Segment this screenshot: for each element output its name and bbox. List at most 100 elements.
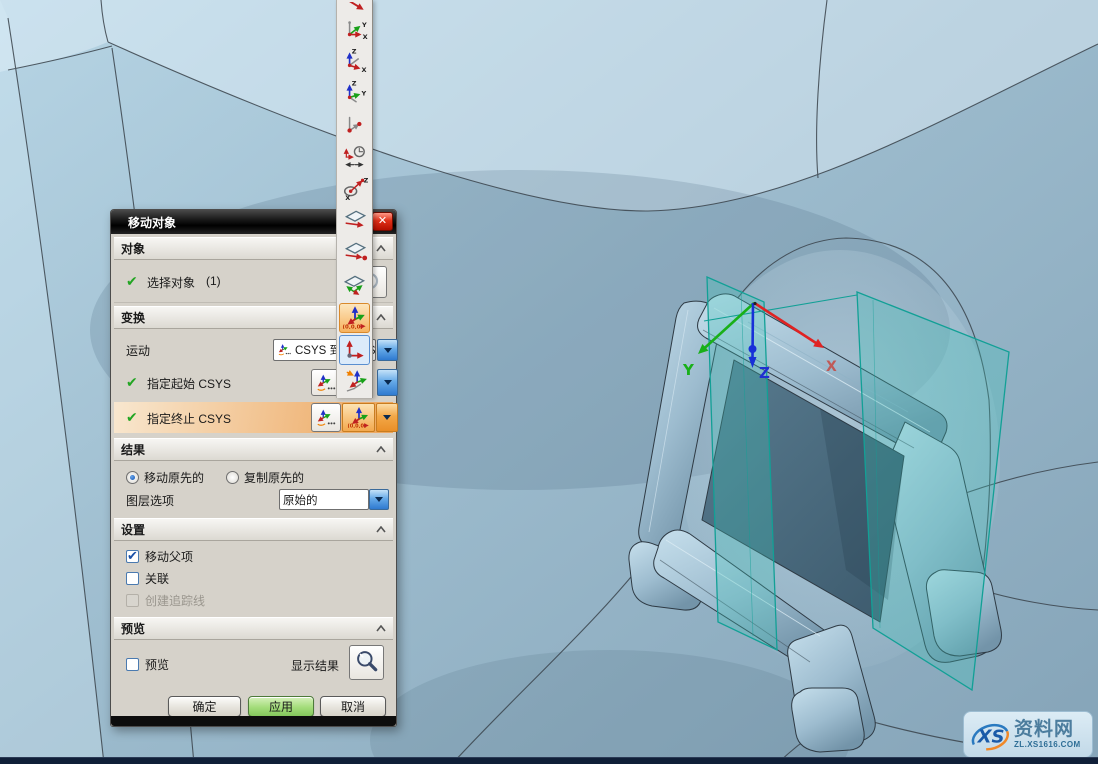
chevron-up-icon[interactable] [376,625,386,632]
dialog-title: 移动对象 [128,214,176,231]
layer-option-combobox[interactable]: 原始的 [279,489,369,510]
z-axis-label: Z [759,364,770,382]
chevron-up-icon[interactable] [376,526,386,533]
cylinder-axis-icon: ZX [342,175,368,206]
layer-option-row: 图层选项 原始的 [114,489,393,512]
checkbox-associate[interactable]: 关联 [126,570,169,587]
motion-label: 运动 [126,342,150,359]
y-axis-label: Y [682,361,695,379]
select-object-label: 选择对象 [147,274,195,291]
close-icon[interactable]: ✕ [372,212,393,231]
chevron-up-icon[interactable] [376,314,386,321]
toolbar-item-csys-point[interactable] [339,111,370,141]
toolbar-item-cylinder-axis[interactable]: ZX [339,175,370,205]
move-parent-row: 移动父项 [114,547,393,567]
toolbar-item-csys-dynamic[interactable] [339,367,370,397]
toolbar-item-csys-partial[interactable] [339,1,370,13]
result-radio-row: 移动原先的 复制原先的 [114,467,393,488]
layer-option-value: 原始的 [283,492,318,508]
checkbox-preview-label: 预览 [145,656,169,673]
motion-dropdown-button[interactable] [377,339,398,361]
associate-row: 关联 [114,569,393,589]
csys-point-icon [342,111,368,142]
toolbar-item-csys-zx[interactable]: ZX [339,47,370,77]
check-ok-icon: ✔ [126,410,138,424]
show-result-button[interactable] [349,645,384,680]
ok-button[interactable]: 确定 [168,696,241,717]
checkbox-preview[interactable]: 预览 [126,656,169,673]
checkbox-associate-label: 关联 [145,570,169,587]
select-object-count: (1) [206,274,221,288]
svg-text:Y: Y [361,20,367,28]
svg-text:X: X [361,65,366,72]
svg-text:(0,0,0): (0,0,0) [347,424,366,429]
radio-copy-original[interactable]: 复制原先的 [226,469,304,486]
toolbar-item-csys-zy[interactable]: ZY [339,79,370,109]
dialog-bottom-edge [111,716,396,726]
csys-partial-icon [342,2,368,13]
svg-text:X: X [345,193,350,200]
checkbox-box [126,594,139,607]
toolbar-item-axes-corner[interactable] [339,335,370,365]
toolbar-item-csys-offset[interactable] [339,143,370,173]
section-label-result: 结果 [121,441,145,458]
check-ok-icon: ✔ [126,375,138,389]
radio-dot [226,471,239,484]
end-csys-label: 指定终止 CSYS [147,410,231,427]
radio-move-original-label: 移动原先的 [144,469,204,486]
svg-text:Z: Z [351,79,356,87]
start-csys-dropdown-button[interactable] [377,369,398,396]
csys-dialog-icon [315,370,337,395]
apply-button[interactable]: 应用 [248,696,314,717]
toolbar-item-plane-trihedron[interactable] [339,271,370,301]
svg-text:(0,0,0): (0,0,0) [342,324,362,329]
checkbox-box [126,572,139,585]
checkbox-move-parent[interactable]: 移动父项 [126,548,193,565]
create-traceline-row: 创建追踪线 [114,591,393,611]
chevron-up-icon[interactable] [376,446,386,453]
csys-absolute-icon: (0,0,0) [342,303,368,334]
layer-option-label: 图层选项 [126,492,174,509]
svg-text:Y: Y [360,89,366,97]
check-ok-icon: ✔ [126,274,138,288]
plane-trihedron-icon [342,271,368,302]
toolbar-item-csys-xy[interactable]: YX [339,15,370,45]
chevron-up-icon[interactable] [376,245,386,252]
start-csys-label: 指定起始 CSYS [147,375,231,392]
triad-origin[interactable] [753,302,756,305]
csys-offset-icon [342,143,368,174]
toolbar-csys-flyout: YXZXZYZX(0,0,0) [336,0,373,398]
plane-arrow-point-icon [342,239,368,270]
section-label-transform: 变换 [121,309,145,326]
radio-copy-original-label: 复制原先的 [244,469,304,486]
section-header-preview[interactable]: 预览 [114,617,393,640]
status-bar-edge [0,757,1098,764]
svg-text:Z: Z [363,176,367,184]
plane-arrow-icon [342,207,368,238]
toolbar-item-csys-absolute[interactable]: (0,0,0) [339,303,370,333]
section-label-object: 对象 [121,240,145,257]
cancel-button[interactable]: 取消 [320,696,386,717]
end-csys-dialog-button[interactable] [311,403,341,432]
checkbox-box [126,550,139,563]
watermark-logo-text: XS [977,726,1005,747]
checkbox-create-traceline-label: 创建追踪线 [145,592,205,609]
bracket-front-foot [792,688,865,752]
section-label-settings: 设置 [121,521,145,538]
z-axis-ball[interactable] [749,345,757,353]
checkbox-move-parent-label: 移动父项 [145,548,193,565]
section-header-settings[interactable]: 设置 [114,518,393,541]
csys-dialog-icon [315,405,337,430]
toolbar-item-plane-arrow-point[interactable] [339,239,370,269]
end-csys-dropdown-button[interactable] [376,403,398,432]
radio-move-original[interactable]: 移动原先的 [126,469,204,486]
layer-option-dropdown-button[interactable] [369,489,389,510]
watermark: XS 资料网 ZL.XS1616.COM [963,711,1093,758]
csys-zy-icon: ZY [342,79,368,110]
x-axis-label: X [826,359,837,375]
section-header-result[interactable]: 结果 [114,438,393,461]
toolbar-item-plane-arrow[interactable] [339,207,370,237]
svg-text:X: X [362,32,367,40]
end-csys-type-button[interactable]: (0,0,0) [342,403,375,432]
watermark-site-name: 资料网 [1014,720,1081,739]
